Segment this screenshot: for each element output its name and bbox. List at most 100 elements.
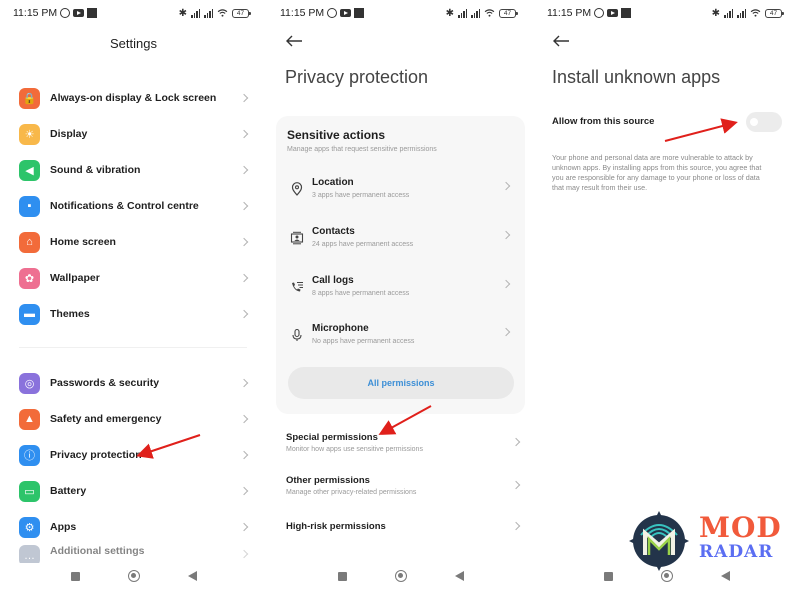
settings-item-label: Notifications & Control centre <box>50 200 199 212</box>
permission-title: Microphone <box>312 323 369 334</box>
permission-title: Call logs <box>312 275 354 286</box>
back-button[interactable] <box>454 571 464 581</box>
wifi-icon <box>217 9 228 17</box>
settings-item-apps[interactable]: ⚙ Apps <box>0 509 267 545</box>
signal-icon <box>191 8 200 18</box>
chevron-right-icon <box>239 273 249 283</box>
page-title: Install unknown apps <box>552 67 721 87</box>
settings-item-themes[interactable]: ▬ Themes <box>0 296 267 332</box>
permission-location[interactable]: Location 3 apps have permanent access <box>276 174 525 214</box>
settings-item-safety-and-emergency[interactable]: ▲ Safety and emergency <box>0 401 267 437</box>
chevron-right-icon <box>239 237 249 247</box>
notification-square-icon <box>354 8 365 18</box>
page-title: Settings <box>110 36 157 51</box>
wallpaper-icon: ✿ <box>19 267 40 289</box>
alarm-icon <box>60 8 71 18</box>
settings-group-personalization: 🔒 Always-on display & Lock screen ☀ Display… <box>0 80 267 332</box>
bluetooth-icon: ✱ <box>711 7 720 19</box>
recents-button[interactable] <box>337 571 347 581</box>
chevron-right-icon <box>239 93 249 103</box>
navigation-bar <box>0 568 267 584</box>
status-bar: 11:15 PM ✱ 47 <box>547 6 784 20</box>
back-arrow-icon[interactable] <box>552 34 570 48</box>
all-permissions-button[interactable]: All permissions <box>288 367 514 399</box>
special-permissions-row[interactable]: Special permissions Monitor how apps use… <box>286 432 521 466</box>
emergency-icon: ▲ <box>19 408 40 430</box>
settings-item-battery[interactable]: ▭ Battery <box>0 473 267 509</box>
signal-icon <box>458 8 467 18</box>
battery-icon: 47 <box>232 8 251 18</box>
row-title: Special permissions <box>286 432 378 443</box>
status-time: 11:15 PM <box>13 7 58 19</box>
settings-item-home-screen[interactable]: ⌂ Home screen <box>0 224 267 260</box>
settings-item-label: Safety and emergency <box>50 413 162 425</box>
status-bar: 11:15 PM ✱ 47 <box>280 6 518 20</box>
status-time: 11:15 PM <box>280 7 325 19</box>
permission-subtitle: 8 apps have permanent access <box>312 290 410 297</box>
settings-item-label: Passwords & security <box>50 377 160 389</box>
settings-item-label: Themes <box>50 308 90 320</box>
chevron-right-icon <box>239 201 249 211</box>
home-button[interactable] <box>127 570 140 582</box>
youtube-icon <box>340 9 352 17</box>
settings-item-display[interactable]: ☀ Display <box>0 116 267 152</box>
battery-icon: 47 <box>499 8 518 18</box>
permission-title: Location <box>312 177 354 188</box>
status-time: 11:15 PM <box>547 7 592 19</box>
other-permissions-row[interactable]: Other permissions Manage other privacy-r… <box>286 475 521 509</box>
mod-radar-watermark: MOD RADAR <box>627 509 787 573</box>
battery-setting-icon: ▭ <box>19 480 40 502</box>
privacy-icon: ⓘ <box>19 444 40 466</box>
settings-item-label: Additional settings <box>50 545 145 557</box>
permission-subtitle: No apps have permanent access <box>312 338 415 345</box>
settings-item-label: Battery <box>50 485 87 497</box>
recents-button[interactable] <box>604 571 613 581</box>
allow-from-source-row[interactable]: Allow from this source <box>552 110 782 134</box>
security-warning-text: Your phone and personal data are more vu… <box>552 153 762 192</box>
recents-button[interactable] <box>70 571 80 581</box>
permission-subtitle: 24 apps have permanent access <box>312 241 414 248</box>
notification-icon: ▪ <box>19 195 40 217</box>
permission-contacts[interactable]: Contacts 24 apps have permanent access <box>276 223 525 263</box>
wifi-icon <box>484 9 495 17</box>
home-button[interactable] <box>394 570 407 582</box>
back-button[interactable] <box>187 571 197 581</box>
settings-item-label: Apps <box>50 521 77 533</box>
microphone-icon <box>292 328 302 341</box>
notification-square-icon <box>621 8 632 18</box>
bluetooth-icon: ✱ <box>178 7 187 19</box>
permission-microphone[interactable]: Microphone No apps have permanent access <box>276 320 525 360</box>
themes-icon: ▬ <box>19 303 40 325</box>
settings-item-additional-settings[interactable]: … Additional settings <box>0 545 267 563</box>
signal-icon <box>471 8 480 18</box>
settings-item-notifications-control-centre[interactable]: ▪ Notifications & Control centre <box>0 188 267 224</box>
additional-settings-icon: … <box>19 545 40 563</box>
settings-item-label: Sound & vibration <box>50 164 141 176</box>
signal-icon <box>724 8 733 18</box>
settings-item-always-on-display-lock-screen[interactable]: 🔒 Always-on display & Lock screen <box>0 80 267 116</box>
row-title: Other permissions <box>286 475 370 486</box>
battery-icon: 47 <box>765 8 784 18</box>
notification-square-icon <box>87 8 98 18</box>
settings-item-label: Always-on display & Lock screen <box>50 92 217 104</box>
settings-item-passwords-security[interactable]: ◎ Passwords & security <box>0 365 267 401</box>
settings-item-privacy-protection[interactable]: ⓘ Privacy protection <box>0 437 267 473</box>
settings-item-sound-vibration[interactable]: ◀ Sound & vibration <box>0 152 267 188</box>
chevron-right-icon <box>239 486 249 496</box>
settings-item-label: Home screen <box>50 236 116 248</box>
page-title: Privacy protection <box>285 67 429 87</box>
alarm-icon <box>327 8 338 18</box>
chevron-right-icon <box>501 327 511 337</box>
allow-from-source-label: Allow from this source <box>552 116 655 127</box>
allow-from-source-toggle[interactable] <box>746 112 782 132</box>
lock-icon: 🔒 <box>19 87 40 109</box>
back-arrow-icon[interactable] <box>285 34 303 48</box>
row-subtitle: Monitor how apps use sensitive permissio… <box>286 446 423 453</box>
high-risk-permissions-row[interactable]: High-risk permissions <box>286 521 521 555</box>
settings-item-wallpaper[interactable]: ✿ Wallpaper <box>0 260 267 296</box>
home-icon: ⌂ <box>19 231 40 253</box>
chevron-right-icon <box>239 549 249 559</box>
chevron-right-icon <box>239 165 249 175</box>
signal-icon <box>204 8 213 18</box>
permission-call-logs[interactable]: Call logs 8 apps have permanent access <box>276 272 525 312</box>
